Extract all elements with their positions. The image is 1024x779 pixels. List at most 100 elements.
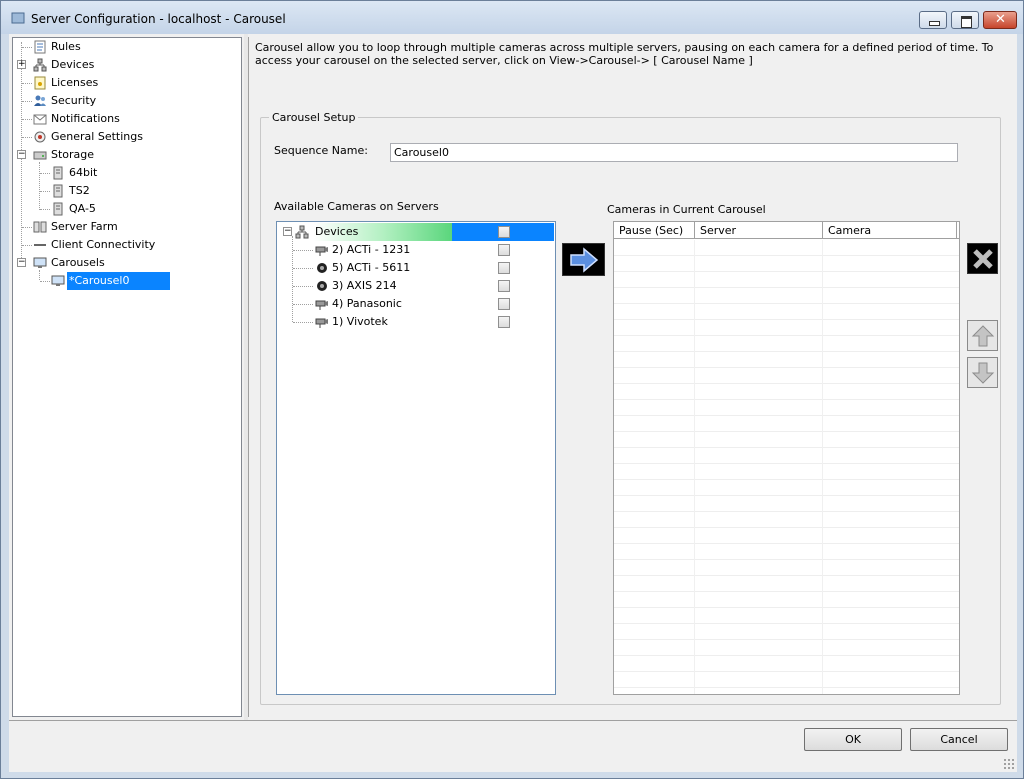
monitor-icon (33, 257, 47, 268)
camera-checkbox[interactable] (498, 262, 510, 274)
cancel-button[interactable]: Cancel (910, 728, 1008, 751)
camera-label: 2) ACTi - 1231 (332, 243, 411, 256)
tree-item-security[interactable]: Security (13, 92, 241, 110)
camera-label: 5) ACTi - 5611 (332, 261, 411, 274)
collapse-icon[interactable]: − (17, 258, 26, 267)
camera-label: 1) Vivotek (332, 315, 388, 328)
camera-checkbox[interactable] (498, 298, 510, 310)
tree-item-devices[interactable]: + Devices (13, 56, 241, 74)
tree-item-label: Storage (51, 148, 95, 161)
camera-checkbox[interactable] (498, 316, 510, 328)
camera-item[interactable]: 1) Vivotek (277, 313, 555, 331)
tree-line (293, 286, 313, 287)
tree-item-label: *Carousel0 (67, 272, 170, 290)
sequence-name-input[interactable] (390, 143, 958, 162)
tree-item-general-settings[interactable]: General Settings (13, 128, 241, 146)
delete-x-icon (973, 249, 993, 269)
tree-item-label: Devices (51, 58, 95, 71)
resize-grip[interactable] (1003, 758, 1015, 770)
network-devices-icon (33, 58, 47, 72)
expand-icon[interactable]: + (17, 60, 26, 69)
tree-line (40, 209, 50, 210)
current-carousel-grid[interactable]: Pause (Sec) Server Camera (613, 221, 960, 695)
ok-button[interactable]: OK (804, 728, 902, 751)
maximize-button[interactable] (951, 11, 979, 29)
storage-server-icon (53, 202, 63, 216)
tree-item-label: TS2 (69, 184, 90, 197)
dome-camera-icon (317, 281, 327, 291)
envelope-icon (33, 114, 47, 125)
arrow-down-icon (971, 362, 995, 384)
column-header-server[interactable]: Server (695, 222, 823, 239)
minimize-button[interactable] (919, 11, 947, 29)
app-icon (11, 12, 25, 24)
minimize-icon (920, 12, 946, 28)
tree-item-ts2[interactable]: TS2 (13, 182, 241, 200)
tree-item-licenses[interactable]: Licenses (13, 74, 241, 92)
monitor-icon (51, 275, 65, 286)
tree-item-label: 64bit (69, 166, 98, 179)
network-devices-icon (295, 225, 309, 239)
title-bar[interactable]: Server Configuration - localhost - Carou… (1, 1, 1023, 34)
group-title: Carousel Setup (269, 111, 359, 124)
tree-item-label: QA-5 (69, 202, 96, 215)
collapse-icon[interactable]: − (17, 150, 26, 159)
camera-label: 4) Panasonic (332, 297, 402, 310)
box-camera-icon (315, 318, 328, 328)
collapse-icon[interactable]: − (283, 227, 292, 236)
maximize-icon (952, 12, 978, 28)
available-cameras-tree[interactable]: − Devices 2) ACTi - 1231 5) ACTi - 5611 (276, 221, 556, 695)
rules-icon (34, 40, 46, 54)
tree-line (40, 191, 50, 192)
camera-checkbox[interactable] (498, 280, 510, 292)
users-icon (34, 95, 46, 106)
storage-server-icon (53, 166, 63, 180)
move-up-button[interactable] (967, 320, 998, 351)
tree-item-server-farm[interactable]: Server Farm (13, 218, 241, 236)
tree-line (22, 137, 32, 138)
config-tree[interactable]: Rules + Devices Licenses Security Notifi… (12, 37, 242, 717)
connection-icon (34, 244, 46, 246)
camera-label: 3) AXIS 214 (332, 279, 397, 292)
camera-item[interactable]: 3) AXIS 214 (277, 277, 555, 295)
column-header-pause[interactable]: Pause (Sec) (614, 222, 695, 239)
server-farm-icon (33, 221, 47, 233)
tree-item-label: Notifications (51, 112, 120, 125)
box-camera-icon (315, 246, 328, 256)
camera-item[interactable]: 5) ACTi - 5611 (277, 259, 555, 277)
camera-item[interactable]: 4) Panasonic (277, 295, 555, 313)
window-title: Server Configuration - localhost - Carou… (31, 12, 286, 26)
camera-tree-root[interactable]: − Devices (277, 223, 555, 241)
tree-item-rules[interactable]: Rules (13, 38, 241, 56)
tree-item-qa5[interactable]: QA-5 (13, 200, 241, 218)
tree-item-notifications[interactable]: Notifications (13, 110, 241, 128)
dome-camera-icon (317, 263, 327, 273)
tree-item-64bit[interactable]: 64bit (13, 164, 241, 182)
root-checkbox[interactable] (498, 226, 510, 238)
tree-item-label: Rules (51, 40, 81, 53)
column-header-camera[interactable]: Camera (823, 222, 957, 239)
add-camera-button[interactable] (562, 243, 605, 276)
tree-item-label: Server Farm (51, 220, 118, 233)
tree-line (22, 47, 32, 48)
camera-checkbox[interactable] (498, 244, 510, 256)
close-button[interactable] (983, 11, 1017, 29)
tree-line (293, 304, 313, 305)
carousel-panel: Carousel allow you to loop through multi… (248, 37, 1002, 717)
tree-line (22, 227, 32, 228)
tree-line (22, 119, 32, 120)
tree-item-storage[interactable]: − Storage (13, 146, 241, 164)
tree-item-carousel0[interactable]: *Carousel0 (13, 272, 241, 290)
tree-item-client-connectivity[interactable]: Client Connectivity (13, 236, 241, 254)
tree-item-carousels[interactable]: − Carousels (13, 254, 241, 272)
remove-camera-button[interactable] (967, 243, 998, 274)
camera-item[interactable]: 2) ACTi - 1231 (277, 241, 555, 259)
tree-line (40, 281, 50, 282)
grid-header: Pause (Sec) Server Camera (614, 222, 959, 239)
move-down-button[interactable] (967, 357, 998, 388)
close-icon (984, 12, 1016, 28)
tree-line (40, 173, 50, 174)
sequence-name-label: Sequence Name: (274, 144, 368, 157)
arrow-right-icon (570, 247, 599, 273)
main-window: Server Configuration - localhost - Carou… (0, 0, 1024, 779)
